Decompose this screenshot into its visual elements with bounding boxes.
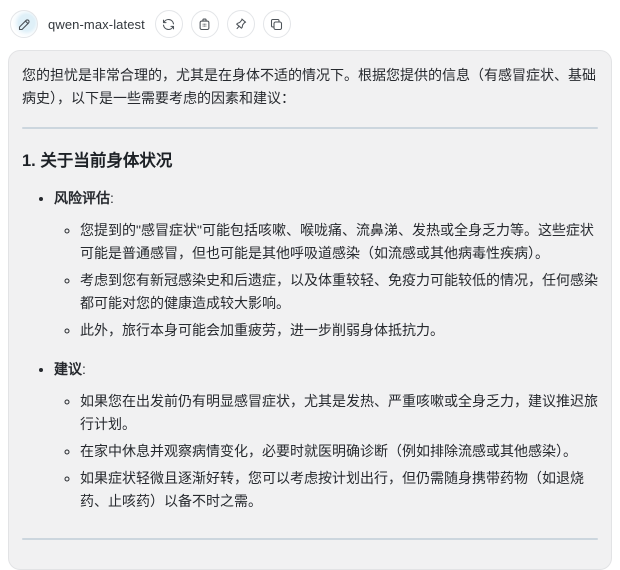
refresh-icon bbox=[161, 17, 176, 32]
sub-list-item: 如果您在出发前仍有明显感冒症状，尤其是发热、严重咳嗽或全身乏力，建议推迟旅行计划… bbox=[80, 390, 598, 436]
list-item-risk: 风险评估: 您提到的"感冒症状"可能包括咳嗽、喉咙痛、流鼻涕、发热或全身乏力等。… bbox=[54, 187, 598, 342]
edit-button[interactable] bbox=[10, 10, 38, 38]
message-toolbar: qwen-max-latest bbox=[0, 0, 620, 40]
copy-icon bbox=[269, 17, 284, 32]
pencil-icon bbox=[17, 17, 32, 32]
bullet-label-suffix: : bbox=[110, 190, 114, 206]
sub-bullet-list: 如果您在出发前仍有明显感冒症状，尤其是发热、严重咳嗽或全身乏力，建议推迟旅行计划… bbox=[54, 390, 598, 513]
sub-list-item: 在家中休息并观察病情变化，必要时就医明确诊断（例如排除流感或其他感染）。 bbox=[80, 440, 598, 463]
sub-list-item: 考虑到您有新冠感染史和后遗症，以及体重较轻、免疫力可能较低的情况，任何感染都可能… bbox=[80, 269, 598, 315]
pin-icon bbox=[233, 17, 248, 32]
bullet-label: 建议 bbox=[54, 361, 82, 377]
divider bbox=[22, 538, 598, 540]
bullet-label: 风险评估 bbox=[54, 190, 110, 206]
copy-button[interactable] bbox=[262, 10, 291, 38]
message-intro-paragraph: 您的担忧是非常合理的，尤其是在身体不适的情况下。根据您提供的信息（有感冒症状、基… bbox=[22, 67, 596, 106]
sub-list-item: 如果症状轻微且逐渐好转，您可以考虑按计划出行，但仍需随身携带药物（如退烧药、止咳… bbox=[80, 467, 598, 513]
assistant-message-card: 您的担忧是非常合理的，尤其是在身体不适的情况下。根据您提供的信息（有感冒症状、基… bbox=[8, 50, 612, 570]
model-name-label: qwen-max-latest bbox=[48, 16, 145, 32]
bullet-list: 风险评估: 您提到的"感冒症状"可能包括咳嗽、喉咙痛、流鼻涕、发热或全身乏力等。… bbox=[22, 187, 598, 513]
trash-icon bbox=[197, 17, 212, 32]
regenerate-button[interactable] bbox=[154, 10, 183, 38]
divider bbox=[22, 127, 598, 129]
bullet-label-suffix: : bbox=[82, 361, 86, 377]
pin-button[interactable] bbox=[226, 10, 255, 38]
sub-list-item: 此外，旅行本身可能会加重疲劳，进一步削弱身体抵抗力。 bbox=[80, 319, 598, 342]
sub-list-item: 您提到的"感冒症状"可能包括咳嗽、喉咙痛、流鼻涕、发热或全身乏力等。这些症状可能… bbox=[80, 219, 598, 265]
delete-button[interactable] bbox=[190, 10, 219, 38]
list-item-advice: 建议: 如果您在出发前仍有明显感冒症状，尤其是发热、严重咳嗽或全身乏力，建议推迟… bbox=[54, 358, 598, 513]
section-heading: 1. 关于当前身体状况 bbox=[22, 152, 173, 170]
sub-bullet-list: 您提到的"感冒症状"可能包括咳嗽、喉咙痛、流鼻涕、发热或全身乏力等。这些症状可能… bbox=[54, 219, 598, 342]
